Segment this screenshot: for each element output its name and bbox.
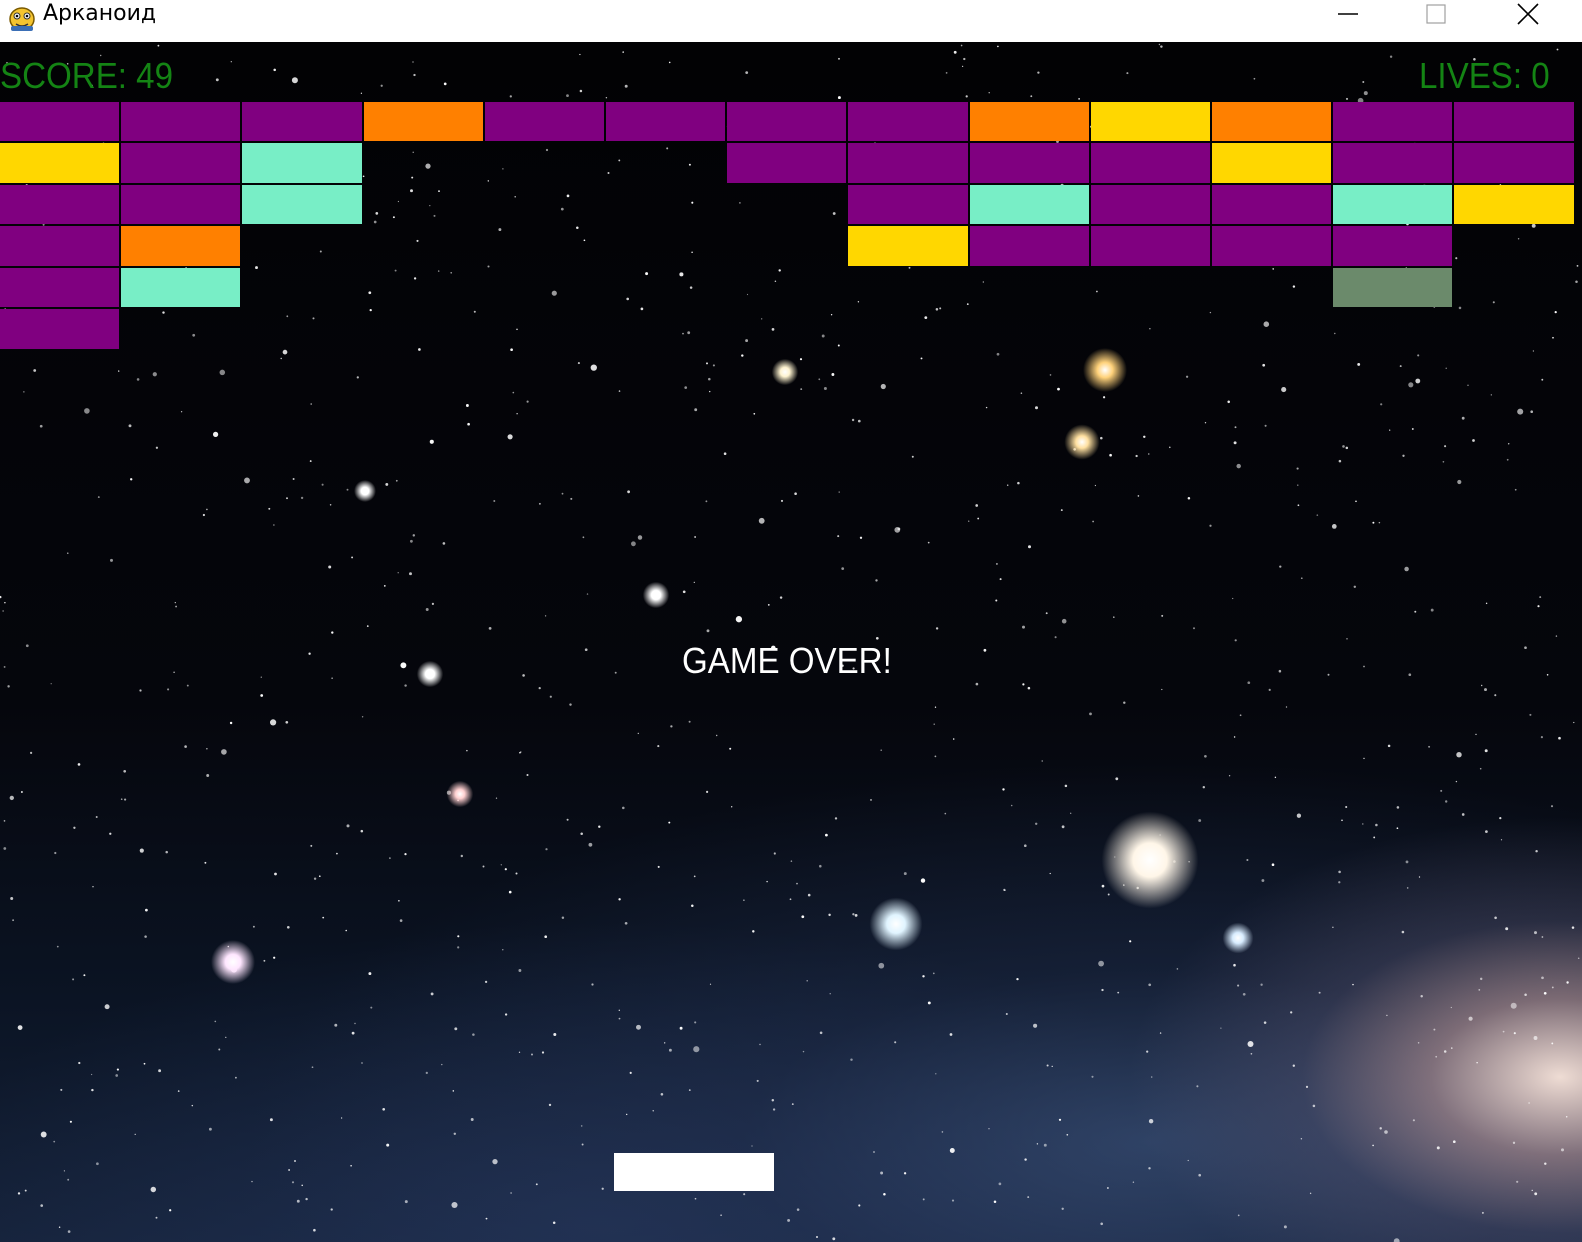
brick-teal (242, 143, 362, 183)
brick-purple (727, 143, 847, 183)
game-canvas[interactable]: SCORE: 49 LIVES: 0 GAME OVER! (0, 42, 1582, 1242)
brick-gray-green (1333, 267, 1453, 307)
game-window: Арканоид SCORE: 49 LIVES: 0 GAME OVER! (0, 0, 1582, 1242)
brick-purple (1212, 226, 1332, 266)
brick-purple (1090, 226, 1210, 266)
brick-purple (727, 101, 847, 141)
brick-teal (242, 184, 362, 224)
brick-yellow (848, 226, 968, 266)
brick-purple (121, 184, 241, 224)
maximize-button[interactable] (1406, 0, 1466, 28)
brick-yellow (1454, 184, 1574, 224)
brick-teal (1333, 184, 1453, 224)
brick-purple (1212, 184, 1332, 224)
brick-purple (484, 101, 604, 141)
window-title: Арканоид (43, 1, 157, 26)
minimize-button[interactable] (1318, 0, 1378, 28)
brick-wall (0, 42, 1582, 442)
brick-purple (848, 101, 968, 141)
brick-yellow (1090, 101, 1210, 141)
brick-purple (0, 101, 120, 141)
brick-orange (969, 101, 1089, 141)
brick-purple (1333, 143, 1453, 183)
brick-purple (0, 226, 120, 266)
brick-purple (1090, 184, 1210, 224)
paddle[interactable] (614, 1153, 774, 1191)
close-button[interactable] (1498, 0, 1558, 28)
brick-purple (969, 143, 1089, 183)
brick-purple (242, 101, 362, 141)
brick-purple (969, 226, 1089, 266)
brick-orange (121, 226, 241, 266)
brick-purple (1333, 101, 1453, 141)
brick-yellow (1212, 143, 1332, 183)
minimize-icon (1338, 13, 1358, 15)
brick-purple (121, 101, 241, 141)
pygame-snake-icon (9, 7, 35, 31)
brick-purple (848, 143, 968, 183)
title-bar[interactable]: Арканоид (0, 0, 1582, 42)
brick-purple (1333, 226, 1453, 266)
brick-teal (121, 267, 241, 307)
brick-purple (606, 101, 726, 141)
brick-purple (1454, 101, 1574, 141)
brick-orange (363, 101, 483, 141)
brick-purple (1454, 143, 1574, 183)
game-over-message: GAME OVER! (682, 640, 892, 681)
brick-orange (1212, 101, 1332, 141)
brick-purple (848, 184, 968, 224)
brick-purple (0, 184, 120, 224)
brick-purple (1090, 143, 1210, 183)
brick-purple (121, 143, 241, 183)
brick-yellow (0, 143, 120, 183)
maximize-icon (1426, 4, 1446, 24)
brick-purple (0, 309, 120, 349)
close-icon (1517, 3, 1539, 25)
brick-teal (969, 184, 1089, 224)
brick-purple (0, 267, 120, 307)
